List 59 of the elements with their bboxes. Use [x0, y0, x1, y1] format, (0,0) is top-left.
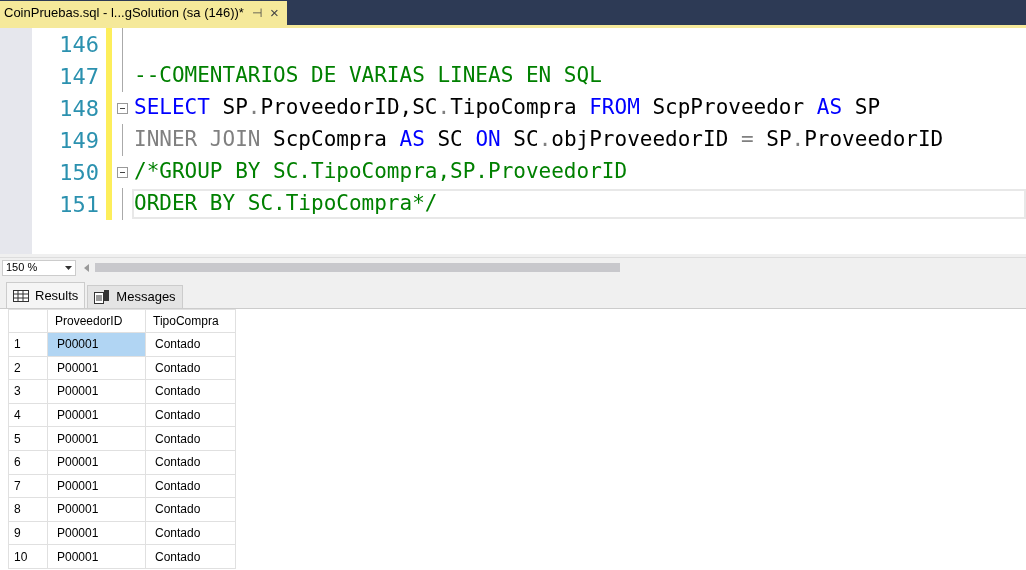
table-cell[interactable]: P00001: [47, 332, 146, 357]
pin-icon[interactable]: ⊣: [251, 4, 262, 22]
zoom-value: 150 %: [6, 260, 38, 276]
outline-guide: [121, 188, 123, 220]
grid-icon: [13, 289, 29, 302]
horizontal-scrollbar[interactable]: [95, 263, 620, 272]
tab-title: CoinPruebas.sql - l...gSolution (sa (146))*: [4, 4, 244, 23]
collapse-icon[interactable]: [116, 166, 128, 178]
row-number[interactable]: 1: [8, 332, 48, 357]
line-number: 147: [58, 62, 100, 91]
row-number[interactable]: 8: [8, 497, 48, 522]
table-cell[interactable]: Contado: [145, 379, 236, 404]
row-number[interactable]: 9: [8, 521, 48, 545]
code-line: SELECT SP.ProveedorID,SC.TipoCompra FROM ScpProveedor AS SP: [134, 94, 881, 122]
code-line: /*GROUP BY SC.TipoCompra,SP.ProveedorID: [134, 158, 628, 186]
line-number: 146: [58, 30, 100, 59]
table-cell[interactable]: P00001: [47, 450, 146, 475]
table-cell[interactable]: P00001: [47, 403, 146, 427]
code-line: --COMENTARIOS DE VARIAS LINEAS EN SQL: [134, 62, 602, 90]
document-icon: [94, 290, 111, 304]
row-number[interactable]: 3: [8, 379, 48, 404]
table-cell[interactable]: P00001: [47, 356, 146, 380]
results-tab[interactable]: Results: [6, 282, 86, 308]
table-cell[interactable]: P00001: [47, 497, 146, 522]
table-cell[interactable]: Contado: [145, 474, 236, 498]
line-number: 148: [58, 94, 100, 123]
table-cell[interactable]: P00001: [47, 544, 146, 569]
collapse-icon[interactable]: [116, 102, 128, 114]
table-cell[interactable]: P00001: [47, 379, 146, 404]
table-cell[interactable]: Contado: [145, 450, 236, 475]
row-number[interactable]: 5: [8, 426, 48, 451]
table-cell[interactable]: P00001: [47, 474, 146, 498]
table-cell[interactable]: Contado: [145, 403, 236, 427]
table-cell[interactable]: Contado: [145, 497, 236, 522]
close-icon[interactable]: ×: [269, 1, 279, 25]
row-number[interactable]: 10: [8, 544, 48, 569]
row-number[interactable]: 4: [8, 403, 48, 427]
dropdown-caret-icon: [65, 265, 72, 270]
column-header[interactable]: TipoCompra: [145, 309, 236, 333]
outline-guide: [121, 124, 123, 156]
zoom-dropdown[interactable]: 150 %: [2, 259, 76, 276]
row-number[interactable]: 2: [8, 356, 48, 380]
line-number: 151: [58, 190, 100, 219]
table-cell[interactable]: P00001: [47, 521, 146, 545]
line-number: 149: [58, 126, 100, 155]
table-cell[interactable]: Contado: [145, 426, 236, 451]
results-tab[interactable]: Messages: [87, 285, 183, 308]
code-line: INNER JOIN ScpCompra AS SC ON SC.objProveedorID = SP.ProveedorID: [134, 126, 944, 154]
document-tab[interactable]: CoinPruebas.sql - l...gSolution (sa (146))* ⊣ ×: [0, 1, 287, 25]
line-number: 150: [58, 158, 100, 187]
table-cell[interactable]: Contado: [145, 544, 236, 569]
row-number[interactable]: 6: [8, 450, 48, 475]
code-line: ORDER BY SC.TipoCompra*/: [134, 190, 438, 218]
row-number[interactable]: 7: [8, 474, 48, 498]
table-cell[interactable]: Contado: [145, 356, 236, 380]
column-header[interactable]: ProveedorID: [47, 309, 146, 333]
table-cell[interactable]: Contado: [145, 332, 236, 357]
table-cell[interactable]: P00001: [47, 426, 146, 451]
table-cell[interactable]: Contado: [145, 521, 236, 545]
